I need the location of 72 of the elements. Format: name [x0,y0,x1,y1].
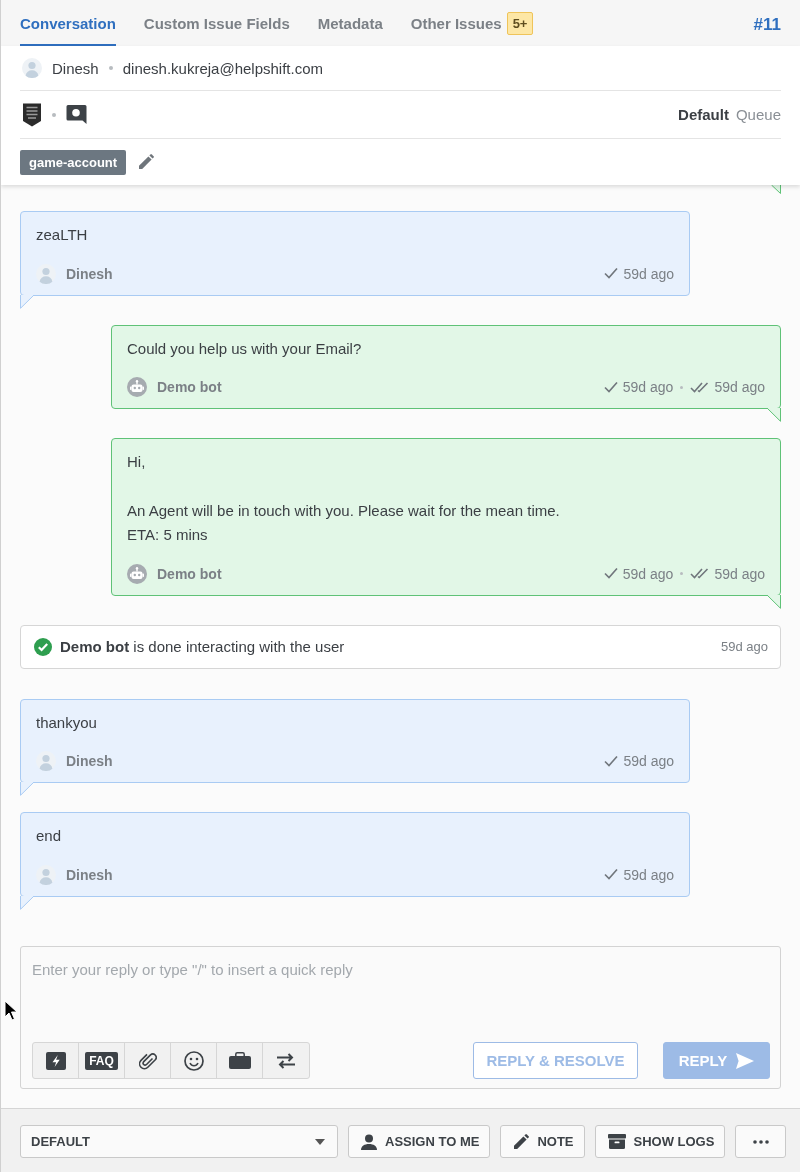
mouse-pointer-icon [4,1000,17,1021]
check-icon [603,381,618,393]
separator-dot-icon [680,572,684,575]
note-button[interactable]: NOTE [500,1125,585,1158]
edit-tags-button[interactable] [138,154,155,170]
user-avatar-icon [36,751,56,771]
message-time: 59d ago [623,866,674,883]
briefcase-icon [228,1052,251,1069]
pencil-icon [138,154,155,170]
separator-dot-icon [52,112,56,117]
message-author: Demo bot [157,379,222,395]
message-text: An Agent will be in touch with you. Please wait for the mean time. ETA: 5 mins [127,500,561,545]
smiley-icon [183,1050,204,1071]
lightning-icon [45,1051,66,1070]
message-text: end [36,826,63,846]
event-text: Demo bot is done interacting with the user [60,638,345,655]
shield-logo-icon [22,102,42,127]
robot-avatar-icon [127,377,147,397]
check-circle-icon [34,637,52,656]
person-icon [361,1133,377,1150]
check-icon [604,268,619,279]
assign-to-me-button[interactable]: ASSIGN TO ME [348,1125,491,1158]
message-time: 59d ago [622,565,674,582]
double-check-icon [690,381,710,393]
message-text: Hi, [127,452,147,472]
separator-dot-icon [680,385,684,389]
user-avatar-icon [36,864,56,885]
tag-label[interactable]: game-account [20,149,127,175]
caret-down-icon [315,1138,325,1145]
message-text: thankyou [36,712,98,733]
show-logs-button[interactable]: SHOW LOGS [594,1125,726,1158]
robot-avatar-icon [127,563,147,584]
customer-email: dinesh.kukreja@helpshift.com [122,59,324,77]
message-text: Could you help us with your Email? [127,338,363,359]
message-time: 59d ago [714,565,765,582]
message-author: Dinesh [66,265,113,282]
message-text: zeaLTH [36,225,89,245]
paperclip-icon [138,1050,157,1071]
message-time: 59d ago [623,753,674,769]
queue-label: Queue [735,106,781,123]
bubble-tail-icon [771,185,781,194]
queue-dropdown[interactable]: DEFAULT [20,1125,338,1158]
more-button[interactable] [735,1125,787,1158]
send-icon [736,1052,755,1069]
check-icon [603,568,618,579]
faq-button[interactable]: FAQ [79,1043,125,1078]
box-icon [607,1134,626,1149]
tab[interactable]: Custom Issue Fields [143,0,290,46]
tab[interactable]: Metadata [317,0,383,46]
event-time: 59d ago [721,639,768,654]
swap-arrows-icon [276,1052,296,1069]
more-icon [752,1139,769,1144]
message-time: 59d ago [623,265,674,282]
count-badge: 5+ [506,11,534,35]
check-icon [604,755,619,767]
chat-icon [66,104,87,125]
user-avatar-icon [22,58,42,78]
customer-name: Dinesh [52,59,99,77]
message-author: Dinesh [66,866,113,883]
message-author: Dinesh [66,753,113,769]
message-time: 59d ago [622,379,674,395]
double-check-icon [690,568,710,579]
message-author: Demo bot [157,565,222,582]
check-icon [604,869,619,880]
message-time: 59d ago [714,379,765,395]
separator-dot-icon [108,66,113,70]
queue-name: Default [678,106,729,123]
reply-input[interactable]: Enter your reply or type "/" to insert a quick reply [32,960,770,1034]
pencil-icon [513,1133,530,1150]
issue-number: #11 [753,14,781,35]
user-avatar-icon [36,263,56,284]
tab[interactable]: Other Issues 5+ [410,0,534,46]
